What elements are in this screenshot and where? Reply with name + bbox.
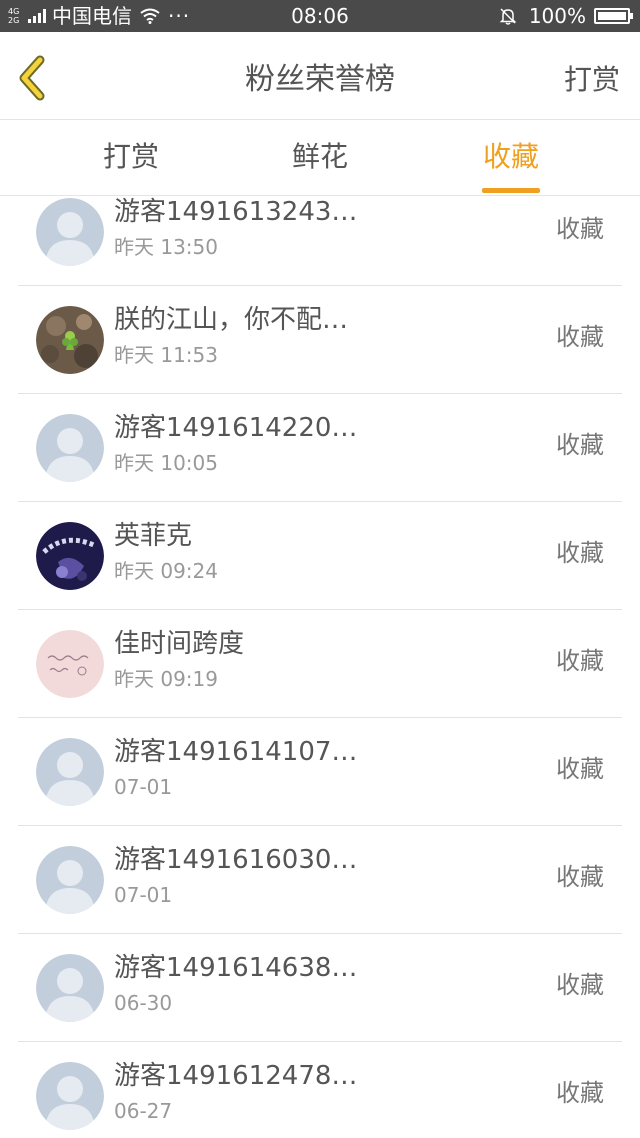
timestamp: 06-27 xyxy=(114,1099,173,1123)
tab-reward[interactable]: 打赏 xyxy=(102,137,160,177)
user-name: 游客1491616030… xyxy=(114,845,358,875)
action-label: 收藏 xyxy=(556,323,604,351)
user-name: 朕的江山，你不配… xyxy=(114,305,349,335)
tab-bar: 打赏 鲜花 收藏 xyxy=(0,121,640,196)
list-item[interactable]: 游客1491613243… 昨天 13:50 收藏 xyxy=(18,196,622,286)
timestamp: 06-30 xyxy=(114,991,173,1015)
avatar[interactable] xyxy=(36,522,104,590)
status-bar: 4G 2G 中国电信 ··· 08:06 100% xyxy=(0,0,640,32)
action-label: 收藏 xyxy=(556,1079,604,1107)
bell-muted-icon xyxy=(499,8,517,25)
tab-favorites[interactable]: 收藏 xyxy=(482,137,540,177)
fan-list[interactable]: 游客1491613243… 昨天 13:50 收藏 朕的江山，你不配… 昨天 11:53… xyxy=(0,196,640,1138)
tab-flowers[interactable]: 鲜花 xyxy=(291,137,349,177)
user-name: 英菲克 xyxy=(114,521,193,551)
timestamp: 昨天 09:19 xyxy=(114,667,218,691)
user-name: 游客1491614107… xyxy=(114,737,358,767)
user-name: 游客1491612478… xyxy=(114,1061,358,1091)
action-label: 收藏 xyxy=(556,755,604,783)
timestamp: 昨天 13:50 xyxy=(114,235,218,259)
action-label: 收藏 xyxy=(556,971,604,999)
timestamp: 07-01 xyxy=(114,883,173,907)
list-item[interactable]: 游客1491616030… 07-01 收藏 xyxy=(18,826,622,934)
list-item[interactable]: 游客1491614107… 07-01 收藏 xyxy=(18,718,622,826)
avatar[interactable] xyxy=(36,738,104,806)
action-label: 收藏 xyxy=(556,863,604,891)
avatar[interactable] xyxy=(36,846,104,914)
battery-icon xyxy=(594,8,633,24)
user-name: 游客1491613243… xyxy=(114,197,358,227)
list-item[interactable]: 朕的江山，你不配… 昨天 11:53 收藏 xyxy=(18,286,622,394)
reward-button[interactable]: 打赏 xyxy=(564,60,620,100)
user-name: 游客1491614638… xyxy=(114,953,358,983)
active-tab-indicator xyxy=(482,188,540,193)
avatar[interactable] xyxy=(36,954,104,1022)
page-title: 粉丝荣誉榜 xyxy=(245,62,395,97)
avatar[interactable] xyxy=(36,630,104,698)
action-label: 收藏 xyxy=(556,539,604,567)
timestamp: 昨天 11:53 xyxy=(114,343,218,367)
timestamp: 昨天 09:24 xyxy=(114,559,218,583)
list-item[interactable]: 游客1491614220… 昨天 10:05 收藏 xyxy=(18,394,622,502)
avatar[interactable] xyxy=(36,414,104,482)
battery-percent: 100% xyxy=(528,4,586,28)
list-item[interactable]: 英菲克昨天 09:24 收藏 xyxy=(18,502,622,610)
list-item[interactable]: 佳时间跨度昨天 09:19 收藏 xyxy=(18,610,622,718)
status-right: 100% xyxy=(499,4,633,28)
avatar[interactable] xyxy=(36,198,104,266)
user-name: 佳时间跨度 xyxy=(114,629,245,659)
nav-bar: 粉丝荣誉榜 打赏 xyxy=(0,32,640,120)
timestamp: 07-01 xyxy=(114,775,173,799)
user-name: 游客1491614220… xyxy=(114,413,358,443)
action-label: 收藏 xyxy=(556,215,604,243)
list-item[interactable]: 游客1491614638… 06-30 收藏 xyxy=(18,934,622,1042)
timestamp: 昨天 10:05 xyxy=(114,451,218,475)
action-label: 收藏 xyxy=(556,431,604,459)
avatar[interactable] xyxy=(36,306,104,374)
avatar[interactable] xyxy=(36,1062,104,1130)
action-label: 收藏 xyxy=(556,647,604,675)
list-item[interactable]: 游客1491612478… 06-27 收藏 xyxy=(18,1042,622,1138)
